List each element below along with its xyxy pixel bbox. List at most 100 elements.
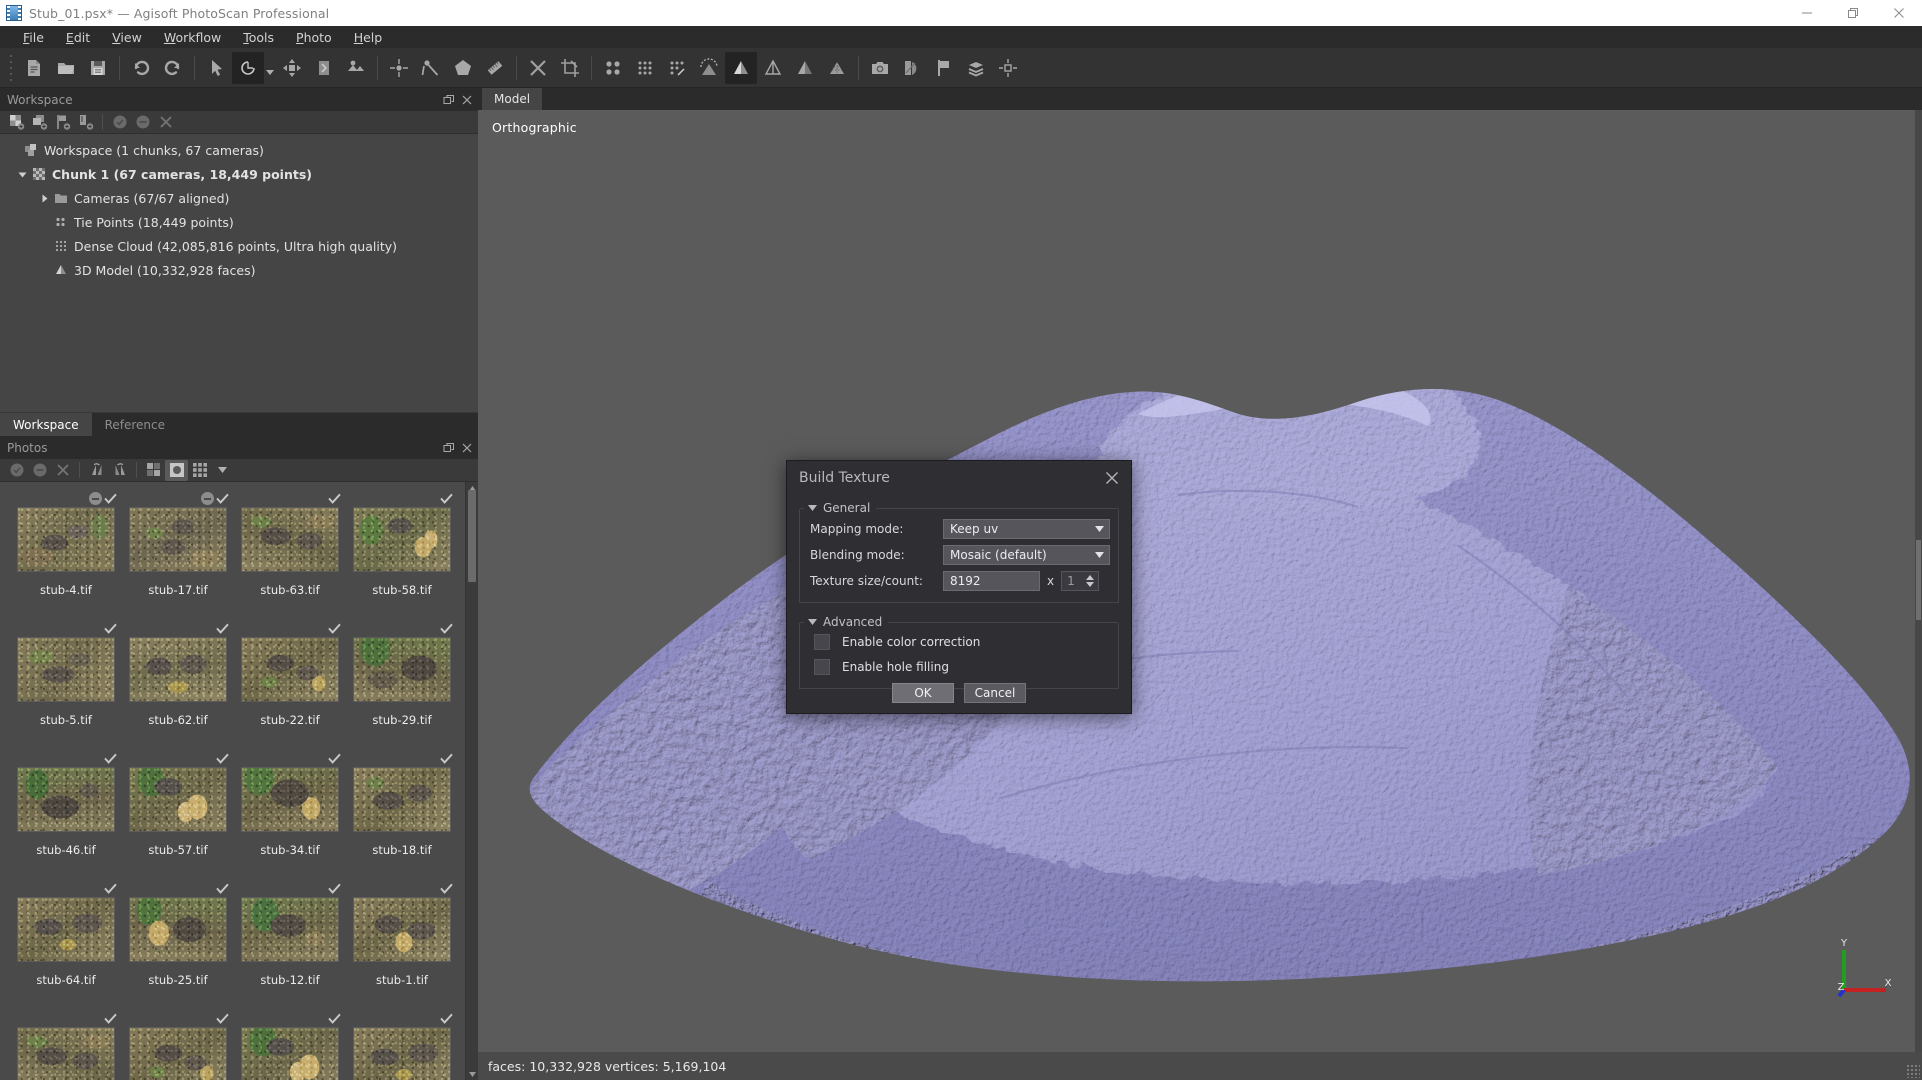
camera-icon[interactable]: [864, 52, 896, 84]
masks-icon[interactable]: [142, 460, 165, 481]
thumbnail-image[interactable]: [241, 767, 339, 832]
thumbnail-image[interactable]: [17, 897, 115, 962]
stepper-arrows[interactable]: [1084, 573, 1096, 589]
thumbnail-image[interactable]: [353, 637, 451, 702]
menu-tools[interactable]: Tools: [232, 28, 285, 47]
photo-thumbnail[interactable]: stub-58.tif: [346, 490, 458, 620]
checkbox-color-correction-row[interactable]: Enable color correction: [808, 629, 1110, 654]
viewport-scrollbar[interactable]: [1915, 110, 1922, 1052]
enable-icon[interactable]: [108, 112, 131, 133]
close-icon[interactable]: [1102, 468, 1122, 488]
caret-down-icon[interactable]: [808, 619, 817, 625]
hole-filling-checkbox[interactable]: [814, 658, 830, 675]
model-viewport[interactable]: Orthographic Y X Z: [478, 110, 1922, 1052]
textured-model-icon[interactable]: [821, 52, 853, 84]
tree-row[interactable]: 3D Model (10,332,928 faces): [0, 258, 478, 282]
thumbnail-image[interactable]: [241, 897, 339, 962]
rotate-object-icon[interactable]: [232, 51, 264, 84]
add-scalebar-icon[interactable]: [415, 52, 447, 84]
photo-thumbnail[interactable]: [346, 1010, 458, 1080]
thumbnail-image[interactable]: [17, 767, 115, 832]
menu-view[interactable]: View: [101, 28, 153, 47]
enable-icon[interactable]: [5, 460, 28, 481]
group-general-header[interactable]: General: [806, 500, 877, 516]
ruler-icon[interactable]: [479, 52, 511, 84]
flag-icon[interactable]: [928, 52, 960, 84]
redo-icon[interactable]: [157, 52, 189, 84]
sparse-cloud-icon[interactable]: [597, 52, 629, 84]
photo-thumbnail[interactable]: stub-25.tif: [122, 880, 234, 1010]
texture-size-input[interactable]: 8192: [943, 571, 1040, 591]
layers-icon[interactable]: [960, 52, 992, 84]
photo-thumbnail[interactable]: stub-63.tif: [234, 490, 346, 620]
photo-thumbnail[interactable]: stub-34.tif: [234, 750, 346, 880]
thumbnail-image[interactable]: [353, 1027, 451, 1080]
photo-thumbnail[interactable]: stub-1.tif: [346, 880, 458, 1010]
open-folder-icon[interactable]: [50, 52, 82, 84]
photo-thumbnail[interactable]: stub-62.tif: [122, 620, 234, 750]
photos-float-icon[interactable]: [442, 441, 456, 455]
menu-help[interactable]: Help: [343, 28, 394, 47]
wireframe-model-icon[interactable]: [757, 52, 789, 84]
photo-thumbnail[interactable]: stub-18.tif: [346, 750, 458, 880]
add-marker-icon[interactable]: [383, 52, 415, 84]
mapping-mode-select[interactable]: Keep uv: [943, 519, 1110, 539]
tree-row[interactable]: Tie Points (18,449 points): [0, 210, 478, 234]
shapes-polygon-icon[interactable]: [447, 52, 479, 84]
caret-down-icon[interactable]: [1095, 546, 1104, 564]
thumbnail-image[interactable]: [17, 637, 115, 702]
add-photos-icon[interactable]: [28, 112, 51, 133]
region-icon[interactable]: [896, 52, 928, 84]
dense-cloud-classes-icon[interactable]: [661, 52, 693, 84]
new-document-icon[interactable]: [18, 52, 50, 84]
thumbnail-image[interactable]: [353, 897, 451, 962]
menu-photo[interactable]: Photo: [285, 28, 343, 47]
save-icon[interactable]: [82, 52, 114, 84]
color-correction-checkbox[interactable]: [814, 633, 830, 650]
tab-workspace[interactable]: Workspace: [0, 413, 92, 436]
add-chunk-icon[interactable]: [5, 112, 28, 133]
select-arrow-icon[interactable]: [200, 52, 232, 84]
checkbox-hole-filling-row[interactable]: Enable hole filling: [808, 654, 1110, 679]
tab-reference[interactable]: Reference: [92, 413, 178, 436]
thumbnail-size-icon[interactable]: [188, 460, 211, 481]
thumbnail-image[interactable]: [241, 1027, 339, 1080]
add-scalebar-icon[interactable]: [74, 112, 97, 133]
ok-button[interactable]: OK: [892, 683, 954, 703]
caret-down-icon[interactable]: [14, 166, 30, 182]
view-mode-icon[interactable]: [165, 459, 188, 481]
move-object-icon[interactable]: [276, 52, 308, 84]
menu-file[interactable]: File: [12, 28, 55, 47]
viewport-scrollbar-thumb[interactable]: [1916, 540, 1921, 620]
photo-thumbnail[interactable]: [122, 1010, 234, 1080]
delete-icon[interactable]: [522, 52, 554, 84]
chevron-down-icon[interactable]: [264, 52, 276, 84]
disable-icon[interactable]: [131, 112, 154, 133]
resize-grip[interactable]: [1906, 1064, 1920, 1078]
restore-icon[interactable]: [1830, 0, 1876, 26]
caret-down-icon[interactable]: [808, 505, 817, 511]
thumbnail-image[interactable]: [353, 507, 451, 572]
remove-icon[interactable]: [51, 460, 74, 481]
photo-thumbnail[interactable]: stub-17.tif: [122, 490, 234, 620]
photo-thumbnail[interactable]: stub-57.tif: [122, 750, 234, 880]
thumbnail-image[interactable]: [17, 1027, 115, 1080]
thumbnail-image[interactable]: [129, 897, 227, 962]
group-advanced-header[interactable]: Advanced: [806, 614, 889, 630]
caret-down-icon[interactable]: [1095, 520, 1104, 538]
caret-right-icon[interactable]: [36, 190, 52, 206]
close-icon[interactable]: [1876, 0, 1922, 26]
blending-mode-select[interactable]: Mosaic (default): [943, 545, 1110, 565]
thumbnail-image[interactable]: [241, 637, 339, 702]
photo-thumbnail[interactable]: stub-5.tif: [10, 620, 122, 750]
chevron-down-icon[interactable]: [211, 460, 234, 481]
scale-region-icon[interactable]: [340, 52, 372, 84]
photos-scrollbar-thumb[interactable]: [468, 490, 476, 582]
toolbar-grip[interactable]: [7, 54, 15, 81]
tab-model[interactable]: Model: [482, 88, 543, 110]
solid-model-icon[interactable]: [789, 52, 821, 84]
tree-row[interactable]: Cameras (67/67 aligned): [0, 186, 478, 210]
menu-edit[interactable]: Edit: [55, 28, 101, 47]
scroll-down-icon[interactable]: [466, 1068, 478, 1080]
dense-cloud-icon[interactable]: [629, 52, 661, 84]
